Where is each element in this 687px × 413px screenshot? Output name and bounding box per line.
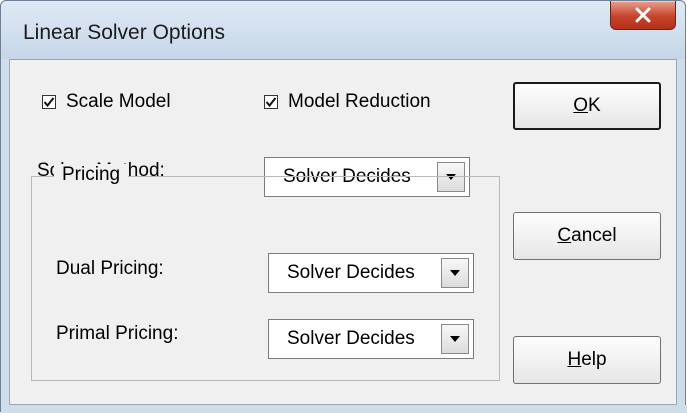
help-label: elp	[581, 349, 607, 370]
ok-button[interactable]: OK	[513, 82, 661, 130]
model-reduction-checkbox[interactable]	[264, 95, 278, 109]
model-reduction-option[interactable]: Model Reduction	[264, 91, 431, 113]
dual-pricing-dropdown-button[interactable]	[441, 258, 469, 288]
primal-pricing-label: Primal Pricing:	[56, 323, 179, 344]
dual-pricing-label: Dual Pricing:	[56, 258, 164, 279]
model-reduction-label: Model Reduction	[288, 91, 431, 112]
scale-model-option[interactable]: Scale Model	[42, 91, 171, 113]
title-bar[interactable]: Linear Solver Options	[1, 1, 685, 59]
help-button[interactable]: Help	[513, 336, 661, 384]
primal-pricing-dropdown-button[interactable]	[441, 324, 469, 354]
dropdown-arrow-icon	[450, 336, 460, 342]
ok-mnemonic: O	[573, 95, 589, 116]
pricing-legend: Pricing	[54, 164, 129, 186]
scale-model-checkbox[interactable]	[42, 95, 56, 109]
primal-pricing-value: Solver Decides	[287, 328, 415, 349]
dropdown-arrow-icon	[450, 270, 460, 276]
dual-pricing-select[interactable]: Solver Decides	[268, 253, 474, 293]
ok-label: K	[588, 95, 601, 116]
cancel-mnemonic: C	[557, 225, 572, 246]
help-mnemonic: H	[567, 349, 582, 370]
checkmark-icon	[43, 97, 55, 108]
bottom-frame	[1, 405, 687, 413]
close-button[interactable]	[610, 1, 676, 30]
dialog-title: Linear Solver Options	[23, 21, 225, 44]
dual-pricing-value: Solver Decides	[287, 262, 415, 283]
scale-model-label: Scale Model	[66, 91, 171, 112]
close-x-icon	[635, 7, 651, 23]
cancel-button[interactable]: Cancel	[513, 212, 661, 260]
cancel-label: ancel	[571, 225, 617, 246]
primal-pricing-select[interactable]: Solver Decides	[268, 319, 474, 359]
checkmark-icon	[265, 97, 277, 108]
